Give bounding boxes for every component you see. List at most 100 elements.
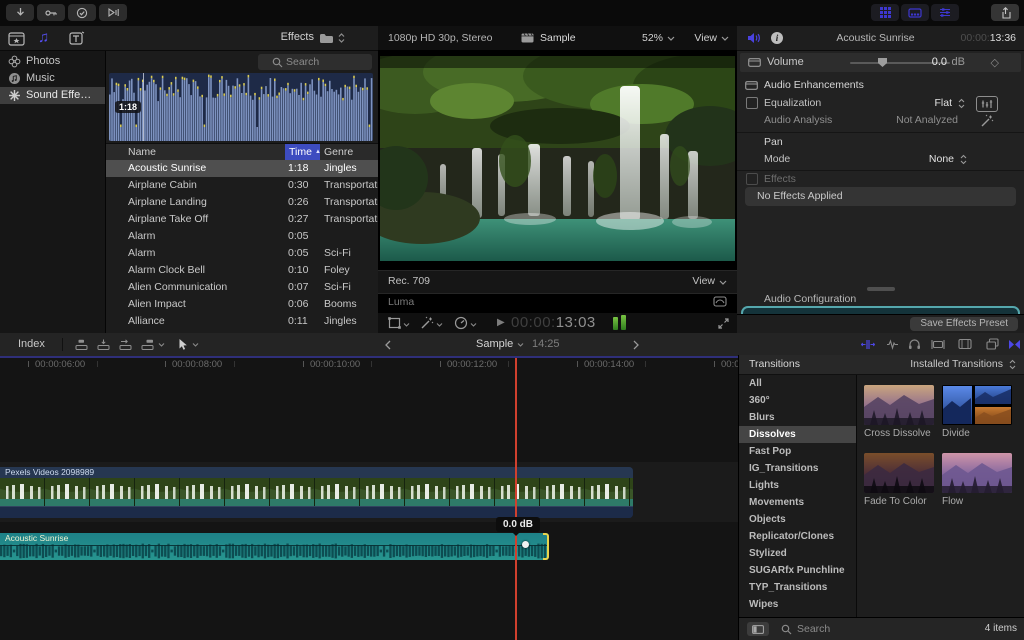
category-objects[interactable]: Objects (739, 511, 856, 528)
category-replicator-clones[interactable]: Replicator/Clones (739, 528, 856, 545)
list-item[interactable]: Airplane Take Off0:27Transportati (106, 211, 378, 228)
duplicate-icon[interactable] (986, 338, 999, 350)
transition-cross-dissolve[interactable] (864, 385, 934, 425)
sidebar-toggle-button[interactable] (747, 622, 769, 636)
audio-clip-acoustic-sunrise[interactable]: Acoustic Sunrise (0, 533, 549, 560)
viewer-timecode[interactable]: 00:00:13:03 (511, 314, 596, 331)
transitions-browser-icon[interactable] (1008, 339, 1021, 350)
transition-flow[interactable] (942, 453, 1012, 493)
append-edit-tool[interactable] (119, 339, 132, 350)
list-item[interactable]: Alarm Clock Bell0:10Foley (106, 262, 378, 279)
list-item[interactable]: Alarm0:05Sci-Fi (106, 245, 378, 262)
transform-crop-icon[interactable] (388, 317, 401, 329)
list-item[interactable]: Alarm0:05 (106, 228, 378, 245)
parameter-menu-icon[interactable] (748, 58, 761, 67)
clip-selection-edge[interactable] (543, 533, 549, 560)
audio-skimming-icon[interactable] (886, 339, 899, 350)
pan-mode-popup[interactable]: None (929, 153, 954, 165)
category-fast-pop[interactable]: Fast Pop (739, 443, 856, 460)
analyze-wand-icon[interactable] (980, 114, 994, 128)
clip-volume-line[interactable] (0, 545, 549, 546)
volume-value[interactable]: 0.0 (932, 56, 947, 68)
chevron-down-icon[interactable] (192, 343, 199, 347)
select-tool-arrow-icon[interactable] (178, 338, 188, 351)
transition-fade-to-color[interactable] (864, 453, 934, 493)
category-stylized[interactable]: Stylized (739, 545, 856, 562)
browser-search-field[interactable]: Search (258, 54, 372, 70)
scope-icon[interactable] (713, 296, 727, 308)
category-wipes[interactable]: Wipes (739, 596, 856, 613)
updown-chevrons-icon[interactable] (959, 154, 968, 165)
inspector-toggle-button[interactable] (931, 4, 959, 21)
background-tasks-button[interactable] (68, 4, 96, 21)
list-item[interactable]: Airplane Cabin0:30Transportati (106, 177, 378, 194)
equalization-checkbox[interactable] (746, 97, 758, 109)
volume-control-point[interactable] (522, 541, 529, 548)
transitions-search-field[interactable]: Search (797, 623, 830, 635)
keyframe-diamond-icon[interactable]: ◇ (991, 56, 999, 69)
column-header-genre[interactable]: Genre (324, 146, 353, 158)
previous-project-chevron[interactable] (385, 340, 391, 350)
category-typ-transitions[interactable]: TYP_Transitions (739, 579, 856, 596)
insert-edit-tool[interactable] (97, 339, 110, 350)
audio-inspector-tab-icon[interactable] (747, 32, 761, 44)
chevron-down-icon[interactable] (403, 323, 410, 327)
view-menu[interactable]: View (694, 32, 717, 44)
chevron-down-icon[interactable] (158, 343, 165, 347)
updown-chevrons-icon[interactable] (957, 98, 966, 109)
inspector-resize-handle[interactable] (867, 287, 895, 291)
sidebar-item-sound-effects[interactable]: Sound Effe… (0, 87, 105, 104)
audio-meters-button[interactable] (99, 4, 127, 21)
timeline-toggle-button[interactable] (901, 4, 929, 21)
equalization-popup[interactable]: Flat (934, 97, 952, 109)
volume-slider-thumb[interactable] (878, 58, 887, 67)
timeline-project-menu[interactable]: Sample (476, 338, 513, 350)
audio-preview-waveform[interactable]: 1:18 (109, 73, 373, 141)
chevron-down-icon[interactable] (667, 36, 675, 41)
transition-divide[interactable] (942, 385, 1012, 425)
chevron-down-icon[interactable] (719, 280, 727, 285)
parameter-menu-icon[interactable] (745, 81, 758, 90)
list-item[interactable]: Alien Communication0:07Sci-Fi (106, 279, 378, 296)
category-dissolves[interactable]: Dissolves (739, 426, 856, 443)
titles-generators-icon[interactable] (68, 30, 86, 46)
view-menu[interactable]: View (692, 275, 715, 287)
save-effects-preset-button[interactable]: Save Effects Preset (910, 317, 1018, 331)
category-360[interactable]: 360° (739, 392, 856, 409)
keywords-button[interactable] (37, 4, 65, 21)
chevron-down-icon[interactable] (517, 343, 524, 347)
effects-collection-label[interactable]: Effects (281, 31, 314, 43)
category-blurs[interactable]: Blurs (739, 409, 856, 426)
video-clip-pexels[interactable]: Pexels Videos 2098989 (0, 467, 633, 518)
photos-audio-sidebar-icon[interactable]: ♫ (38, 29, 49, 46)
effects-checkbox[interactable] (746, 173, 758, 185)
chevron-down-icon[interactable] (470, 323, 477, 327)
share-button[interactable] (991, 4, 1019, 21)
sidebar-item-music[interactable]: Music (0, 70, 105, 87)
list-item[interactable]: Alliance0:11Jingles (106, 313, 378, 330)
info-inspector-tab-icon[interactable]: i (771, 32, 783, 44)
trim-tool-icon[interactable] (861, 339, 875, 350)
video-preview[interactable] (380, 56, 735, 261)
preview-playhead[interactable] (143, 73, 144, 141)
category-ig-transitions[interactable]: IG_Transitions (739, 460, 856, 477)
updown-chevrons-icon[interactable] (337, 32, 346, 44)
overwrite-edit-tool[interactable] (141, 339, 154, 350)
category-all[interactable]: All (739, 375, 856, 392)
category-lights[interactable]: Lights (739, 477, 856, 494)
clip-skimming-icon[interactable] (931, 339, 945, 350)
headphones-icon[interactable] (908, 338, 921, 350)
chevron-down-icon[interactable] (436, 323, 443, 327)
category-sugarfx-punchline[interactable]: SUGARfx Punchline (739, 562, 856, 579)
installed-transitions-popup[interactable]: Installed Transitions (910, 358, 1003, 370)
media-library-icon[interactable] (8, 30, 26, 46)
list-item[interactable]: Acoustic Sunrise1:18Jingles (106, 160, 378, 177)
retime-icon[interactable] (454, 316, 468, 330)
updown-chevrons-icon[interactable] (1008, 359, 1017, 370)
fullscreen-icon[interactable] (718, 318, 729, 329)
column-header-time[interactable]: Time ▲ (285, 144, 320, 160)
import-button[interactable] (6, 4, 34, 21)
play-button[interactable]: ▶ (497, 317, 505, 328)
enhancements-wand-icon[interactable] (420, 316, 434, 330)
zoom-level-menu[interactable]: 52% (642, 32, 663, 44)
